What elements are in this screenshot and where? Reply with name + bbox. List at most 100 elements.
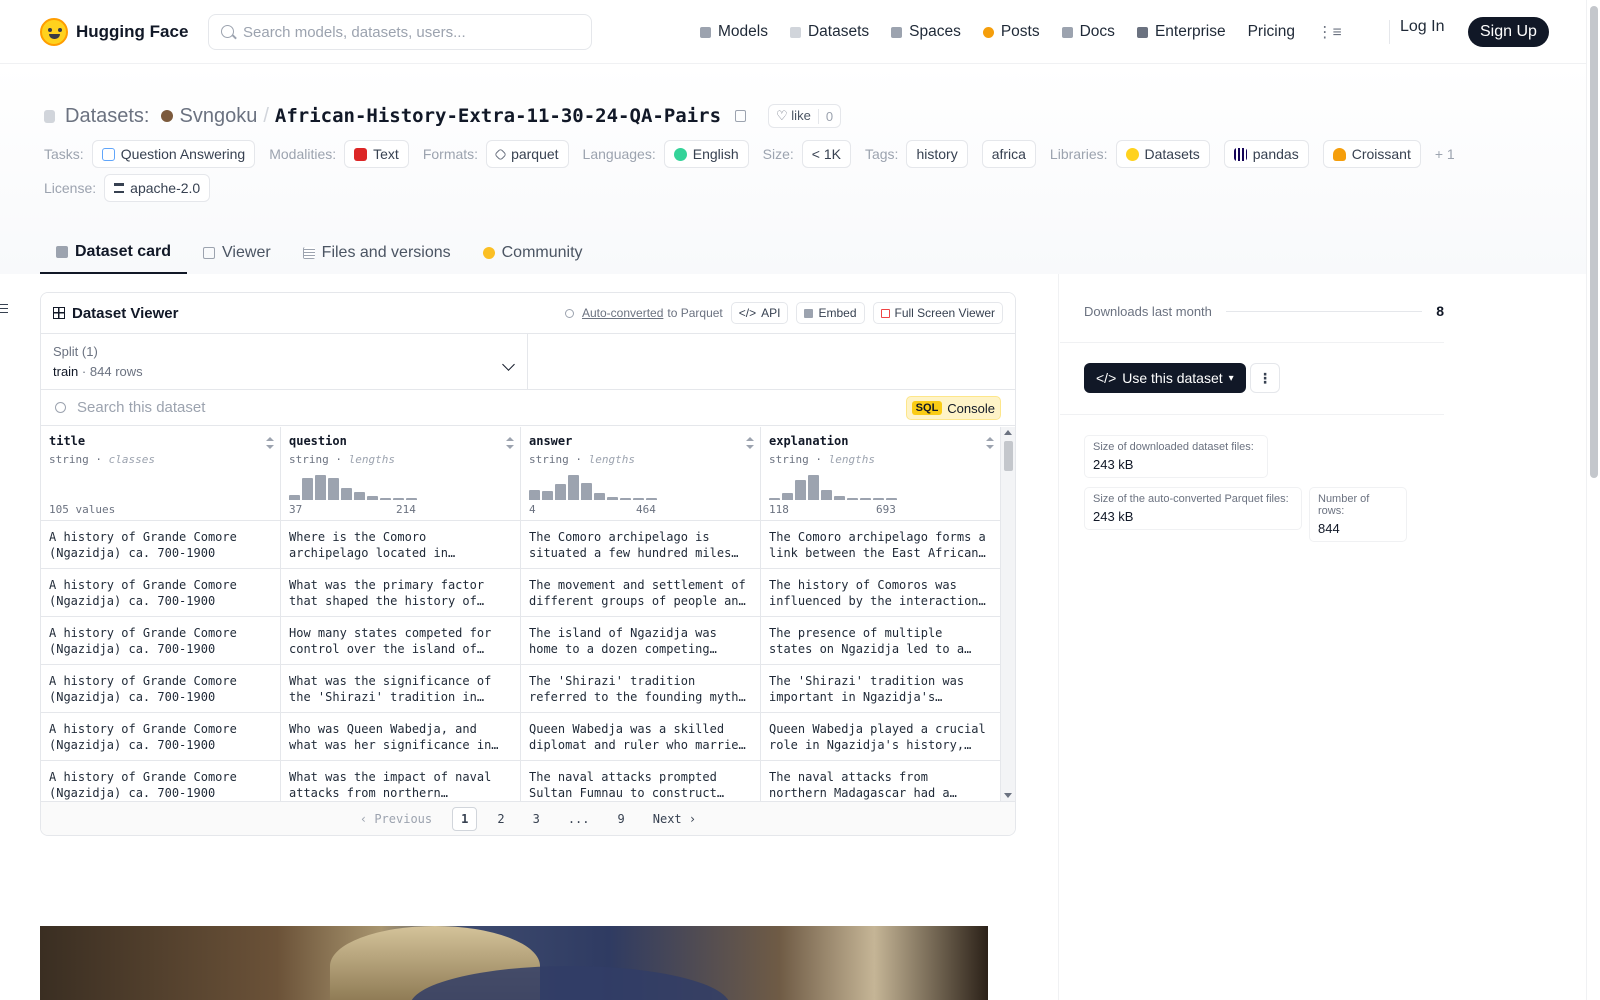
format-tag[interactable]: parquet [486, 140, 569, 168]
histogram-bar[interactable] [847, 498, 858, 500]
histogram-bar[interactable] [808, 475, 819, 500]
brand-logo[interactable]: Hugging Face [40, 18, 188, 46]
sort-icon[interactable] [746, 437, 754, 449]
histogram-bar[interactable] [302, 478, 313, 500]
page-3[interactable]: 3 [525, 808, 548, 830]
table-row[interactable]: A history of Grande Comore (Ngazidja) ca… [41, 521, 1001, 569]
histogram-bar[interactable] [529, 490, 540, 500]
table-cell-answer[interactable]: The movement and settlement of different… [521, 569, 761, 617]
histogram-bar[interactable] [860, 498, 871, 500]
nav-link-docs[interactable]: Docs [1061, 23, 1115, 41]
like-button[interactable]: ♡ like 0 [768, 104, 842, 128]
split-dropdown[interactable]: Split (1) train · 844 rows [41, 334, 528, 389]
histogram-bar[interactable] [367, 496, 378, 500]
histogram-bar[interactable] [315, 475, 326, 500]
tab-viewer[interactable]: Viewer [187, 232, 287, 274]
table-cell-answer[interactable]: Queen Wabedja was a skilled diplomat and… [521, 713, 761, 761]
histogram-bar[interactable] [795, 480, 806, 500]
page-2[interactable]: 2 [489, 808, 512, 830]
table-cell-explanation[interactable]: The presence of multiple states on Ngazi… [761, 617, 1001, 665]
column-header-question[interactable]: question string · lengths 37 214 [281, 427, 521, 521]
page-scroll-thumb[interactable] [1590, 6, 1598, 478]
library-croissant-tag[interactable]: Croissant [1322, 140, 1421, 168]
scroll-up-icon[interactable] [1004, 430, 1012, 435]
table-cell-answer[interactable]: The 'Shirazi' tradition referred to the … [521, 665, 761, 713]
sort-icon[interactable] [506, 437, 514, 449]
histogram-bar[interactable] [620, 498, 631, 500]
histogram-bar[interactable] [568, 475, 579, 500]
copy-icon[interactable] [735, 110, 747, 122]
next-page-button[interactable]: Next › [645, 808, 704, 830]
table-cell-title[interactable]: A history of Grande Comore (Ngazidja) ca… [41, 569, 281, 617]
use-dataset-button[interactable]: </> Use this dataset ▾ [1084, 363, 1246, 393]
histogram-bar[interactable] [633, 498, 644, 500]
embed-button[interactable]: Embed [796, 302, 865, 324]
dataset-search-input[interactable]: Search this dataset SQL Console [41, 390, 1015, 426]
histogram-bar[interactable] [886, 498, 897, 500]
histogram-bar[interactable] [646, 498, 657, 500]
table-cell-question[interactable]: How many states competed for control ove… [281, 617, 521, 665]
table-cell-title[interactable]: A history of Grande Comore (Ngazidja) ca… [41, 665, 281, 713]
nav-link-spaces[interactable]: Spaces [891, 23, 961, 41]
more-menu-icon[interactable]: ⋮≡ [1317, 23, 1342, 42]
sql-console-button[interactable]: SQL Console [905, 396, 1001, 420]
table-cell-title[interactable]: A history of Grande Comore (Ngazidja) ca… [41, 521, 281, 569]
histogram-bar[interactable] [380, 498, 391, 500]
table-cell-explanation[interactable]: The history of Comoros was influenced by… [761, 569, 1001, 617]
histogram-bar[interactable] [555, 484, 566, 500]
table-cell-explanation[interactable]: Queen Wabedja played a crucial role in N… [761, 713, 1001, 761]
histogram-bar[interactable] [542, 491, 553, 500]
page-9[interactable]: 9 [610, 808, 633, 830]
fullscreen-button[interactable]: Full Screen Viewer [872, 302, 1003, 324]
table-row[interactable]: A history of Grande Comore (Ngazidja) ca… [41, 665, 1001, 713]
modality-tag[interactable]: Text [344, 140, 409, 168]
breadcrumb-section[interactable]: Datasets: [65, 105, 149, 128]
histogram-bar[interactable] [594, 493, 605, 500]
table-cell-title[interactable]: A history of Grande Comore (Ngazidja) ca… [41, 617, 281, 665]
table-cell-question[interactable]: Who was Queen Wabedja, and what was her … [281, 713, 521, 761]
license-tag[interactable]: apache-2.0 [104, 174, 211, 202]
table-cell-question[interactable]: Where is the Comoro archipelago located … [281, 521, 521, 569]
page-1[interactable]: 1 [452, 806, 478, 831]
nav-link-posts[interactable]: Posts [982, 23, 1040, 41]
histogram-bar[interactable] [393, 498, 404, 500]
scroll-thumb[interactable] [1004, 441, 1013, 471]
column-header-answer[interactable]: answer string · lengths 4 464 [521, 427, 761, 521]
histogram-bar[interactable] [354, 492, 365, 500]
login-button[interactable]: Log In [1400, 18, 1444, 36]
column-header-title[interactable]: title string · classes 105 values [41, 427, 281, 521]
auto-converted-link[interactable]: Auto-converted [582, 306, 663, 320]
grid-scrollbar[interactable] [1001, 427, 1015, 801]
table-cell-explanation[interactable]: The 'Shirazi' tradition was important in… [761, 665, 1001, 713]
more-libraries[interactable]: + 1 [1435, 146, 1455, 162]
signup-button[interactable]: Sign Up [1468, 17, 1549, 47]
table-cell-answer[interactable]: The Comoro archipelago is situated a few… [521, 521, 761, 569]
tab-files[interactable]: Files and versions [287, 232, 467, 274]
language-tag[interactable]: English [663, 140, 749, 168]
table-cell-question[interactable]: What was the primary factor that shaped … [281, 569, 521, 617]
size-tag[interactable]: < 1K [801, 140, 851, 168]
column-header-explanation[interactable]: explanation string · lengths 118 693 [761, 427, 1001, 521]
previous-page-button[interactable]: ‹ Previous [352, 808, 440, 830]
library-pandas-tag[interactable]: pandas [1223, 140, 1309, 168]
global-search-input[interactable]: Search models, datasets, users... [208, 14, 592, 50]
histogram-bar[interactable] [821, 490, 832, 500]
histogram-bar[interactable] [581, 483, 592, 500]
table-row[interactable]: A history of Grande Comore (Ngazidja) ca… [41, 569, 1001, 617]
page-scrollbar[interactable] [1586, 0, 1600, 1000]
histogram-bar[interactable] [607, 497, 618, 500]
tab-community[interactable]: Community [467, 232, 599, 274]
table-cell-question[interactable]: What was the significance of the 'Shiraz… [281, 665, 521, 713]
table-row[interactable]: A history of Grande Comore (Ngazidja) ca… [41, 617, 1001, 665]
histogram-bar[interactable] [873, 498, 884, 500]
api-button[interactable]: </> API [730, 302, 789, 324]
tab-dataset-card[interactable]: Dataset card [40, 232, 188, 274]
nav-link-enterprise[interactable]: Enterprise [1136, 23, 1226, 41]
scroll-down-icon[interactable] [1004, 793, 1012, 798]
histogram-bar[interactable] [289, 495, 300, 500]
histogram-bar[interactable] [769, 498, 780, 500]
histogram-bar[interactable] [834, 496, 845, 500]
table-cell-answer[interactable]: The island of Ngazidja was home to a doz… [521, 617, 761, 665]
sort-icon[interactable] [986, 437, 994, 449]
histogram-bar[interactable] [782, 493, 793, 500]
